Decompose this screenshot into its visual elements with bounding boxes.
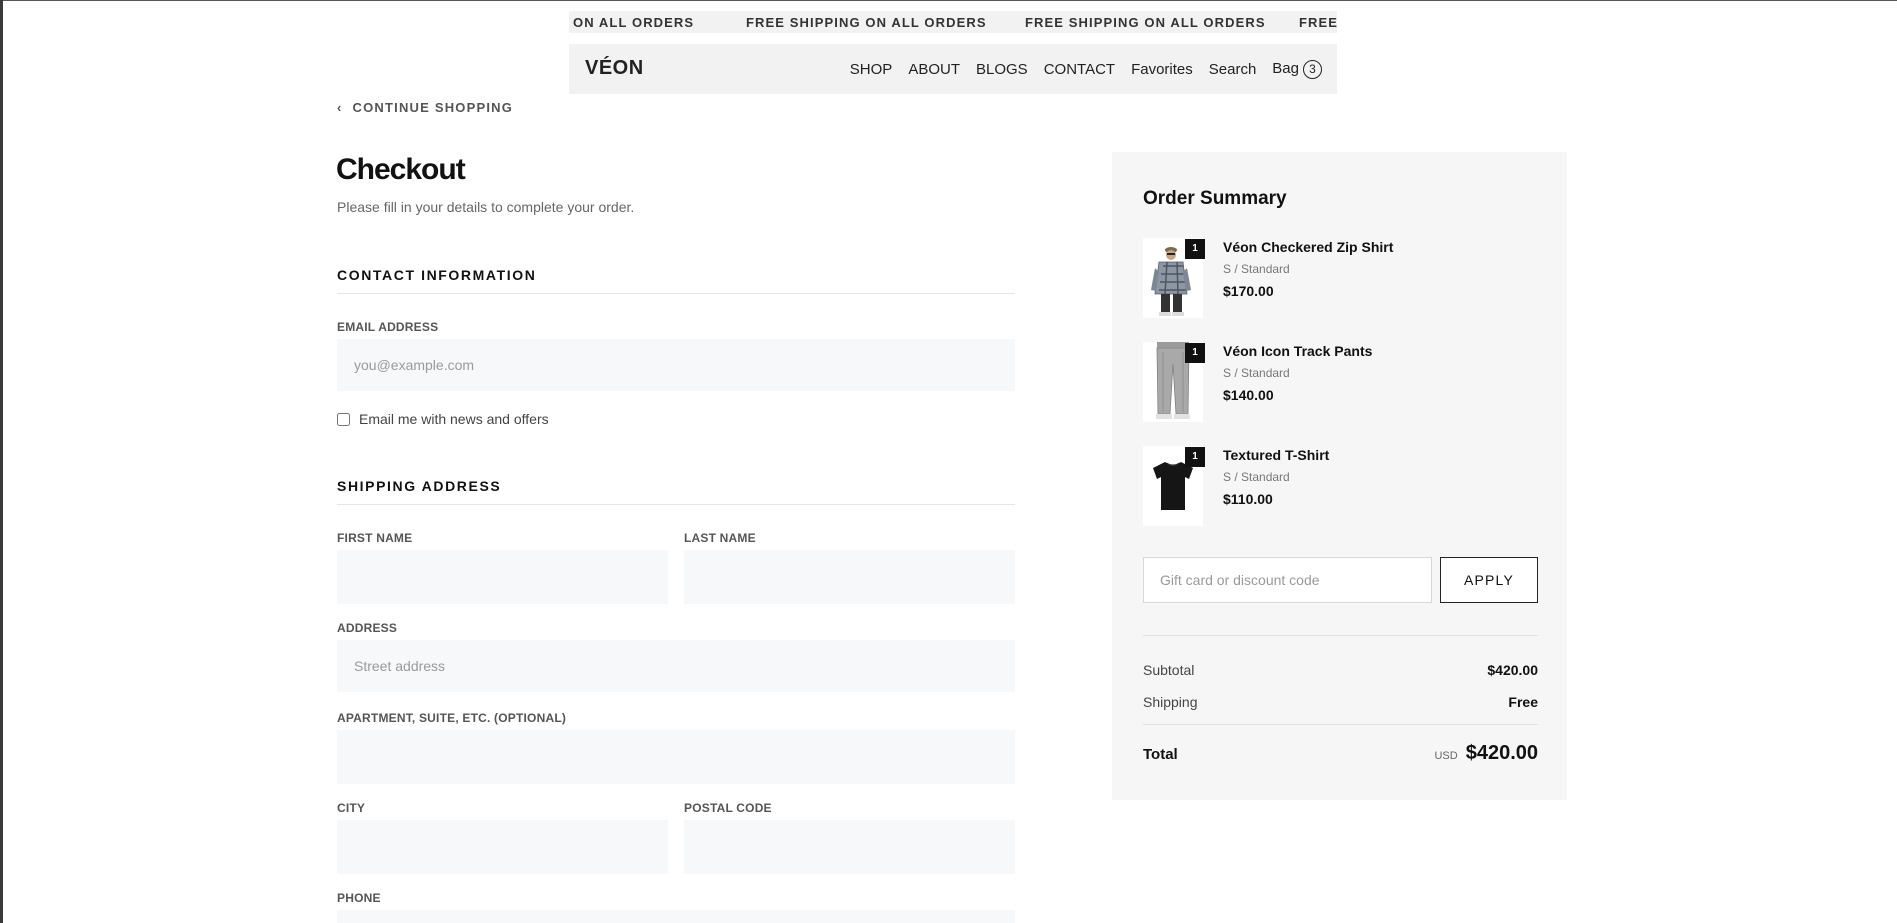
- announcement-bar: ON ALL ORDERS FREE SHIPPING ON ALL ORDER…: [569, 11, 1337, 33]
- page-title: Checkout: [336, 153, 466, 186]
- last-name-input[interactable]: [684, 550, 1015, 604]
- apartment-label: APARTMENT, SUITE, ETC. (OPTIONAL): [337, 711, 567, 725]
- newsletter-label: Email me with news and offers: [359, 411, 549, 427]
- city-input[interactable]: [337, 820, 668, 874]
- discount-code-input[interactable]: [1143, 557, 1432, 603]
- item-price: $170.00: [1223, 283, 1274, 299]
- item-price: $140.00: [1223, 387, 1274, 403]
- window-left-border: [0, 0, 3, 923]
- announcement-text: ON ALL ORDERS: [573, 15, 695, 30]
- order-summary-title: Order Summary: [1143, 188, 1287, 209]
- site-header: VÉON SHOP ABOUT BLOGS CONTACT Favorites …: [569, 44, 1337, 94]
- apply-discount-button[interactable]: APPLY: [1440, 557, 1538, 603]
- nav-bag-label: Bag: [1272, 60, 1299, 77]
- item-name: Véon Checkered Zip Shirt: [1223, 239, 1394, 255]
- last-name-label: LAST NAME: [684, 531, 756, 545]
- total-currency: USD: [1434, 750, 1458, 762]
- newsletter-option[interactable]: Email me with news and offers: [337, 411, 549, 427]
- section-divider: [337, 293, 1015, 294]
- item-name: Véon Icon Track Pants: [1223, 343, 1373, 359]
- chevron-left-icon: ‹: [337, 100, 343, 115]
- bag-count-badge: 3: [1303, 60, 1322, 79]
- announcement-text: FREE SHIPPING ON ALL ORDERS: [746, 15, 987, 30]
- postal-code-label: POSTAL CODE: [684, 801, 772, 815]
- email-label: EMAIL ADDRESS: [337, 320, 439, 334]
- brand-logo[interactable]: VÉON: [585, 57, 644, 80]
- nav-contact[interactable]: CONTACT: [1044, 61, 1115, 78]
- continue-shopping-label: CONTINUE SHOPPING: [352, 100, 514, 115]
- summary-divider: [1143, 635, 1538, 636]
- item-variant: S / Standard: [1223, 262, 1290, 276]
- nav-bag[interactable]: Bag 3: [1272, 60, 1322, 79]
- nav-search[interactable]: Search: [1209, 61, 1257, 78]
- announcement-text: FREE SHIPPING ON ALL ORDERS: [1025, 15, 1266, 30]
- order-summary-panel: Order Summary 1 Véon Checkered Zip Shirt…: [1112, 152, 1567, 800]
- subtotal-label: Subtotal: [1143, 662, 1195, 678]
- total-amount: USD $420.00: [1434, 742, 1538, 765]
- subtotal-row: Subtotal $420.00: [1143, 662, 1538, 678]
- shipping-row: Shipping Free: [1143, 694, 1538, 710]
- quantity-badge: 1: [1185, 447, 1205, 467]
- nav-shop[interactable]: SHOP: [850, 61, 893, 78]
- newsletter-checkbox[interactable]: [337, 412, 350, 426]
- postal-code-input[interactable]: [684, 820, 1015, 874]
- summary-divider: [1143, 724, 1538, 725]
- quantity-badge: 1: [1185, 343, 1205, 363]
- item-name: Textured T-Shirt: [1223, 447, 1330, 463]
- announcement-text: FREE: [1299, 15, 1337, 30]
- total-value: $420.00: [1465, 742, 1538, 764]
- address-input[interactable]: [337, 640, 1015, 692]
- apartment-input[interactable]: [337, 730, 1015, 784]
- nav-favorites[interactable]: Favorites: [1131, 61, 1193, 78]
- cart-item: 1 Véon Icon Track Pants S / Standard $14…: [1143, 342, 1543, 424]
- item-variant: S / Standard: [1223, 470, 1290, 484]
- item-variant: S / Standard: [1223, 366, 1290, 380]
- main-nav: SHOP ABOUT BLOGS CONTACT Favorites Searc…: [850, 60, 1322, 79]
- city-label: CITY: [337, 801, 366, 815]
- shipping-section-heading: SHIPPING ADDRESS: [337, 478, 502, 494]
- phone-input[interactable]: [337, 910, 1015, 923]
- quantity-badge: 1: [1185, 239, 1205, 259]
- page-subtitle: Please fill in your details to complete …: [337, 199, 635, 215]
- address-label: ADDRESS: [337, 621, 398, 635]
- nav-about[interactable]: ABOUT: [908, 61, 960, 78]
- window-top-border: [0, 0, 1897, 1]
- nav-blogs[interactable]: BLOGS: [976, 61, 1028, 78]
- shipping-value: Free: [1508, 694, 1538, 710]
- contact-section-heading: CONTACT INFORMATION: [337, 267, 537, 283]
- section-divider: [337, 504, 1015, 505]
- cart-item: 1 Véon Checkered Zip Shirt S / Standard …: [1143, 238, 1543, 320]
- first-name-input[interactable]: [337, 550, 668, 604]
- first-name-label: FIRST NAME: [337, 531, 413, 545]
- continue-shopping-link[interactable]: ‹ CONTINUE SHOPPING: [337, 100, 513, 115]
- subtotal-value: $420.00: [1487, 662, 1538, 678]
- shipping-label: Shipping: [1143, 694, 1198, 710]
- cart-item: 1 Textured T-Shirt S / Standard $110.00: [1143, 446, 1543, 528]
- phone-label: PHONE: [337, 891, 381, 905]
- item-price: $110.00: [1223, 491, 1273, 507]
- total-label: Total: [1143, 746, 1178, 763]
- email-input[interactable]: [337, 339, 1015, 391]
